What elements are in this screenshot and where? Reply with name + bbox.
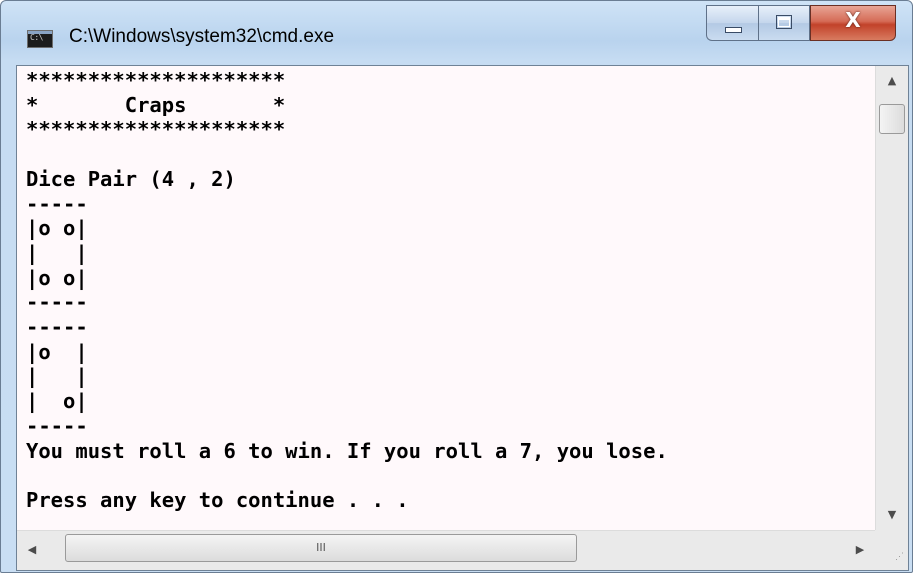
- console-line: Dice Pair (4 , 2): [26, 166, 236, 191]
- console-line: -----: [26, 290, 88, 315]
- console-line: -----: [26, 315, 88, 340]
- minimize-icon: [725, 27, 742, 33]
- horizontal-scrollbar[interactable]: ◀ III ▶: [17, 530, 875, 570]
- console-line: *********************: [26, 68, 286, 92]
- console-text: ********************* * Craps * ********…: [26, 68, 668, 513]
- console-line: |o o|: [26, 216, 88, 241]
- console-line: *********************: [26, 117, 286, 142]
- maximize-button[interactable]: [758, 5, 810, 41]
- console-line: | o|: [26, 389, 88, 414]
- close-button[interactable]: X: [810, 5, 896, 41]
- vertical-scrollbar[interactable]: ▲ ▼: [875, 66, 908, 530]
- size-grip-icon[interactable]: ⋰: [875, 530, 908, 570]
- console-client-area: ********************* * Craps * ********…: [16, 65, 909, 571]
- scroll-left-arrow-icon[interactable]: ◀: [17, 531, 47, 570]
- icon-label: C:\: [30, 33, 43, 42]
- title-bar[interactable]: C:\ C:\Windows\system32\cmd.exe X: [1, 1, 912, 61]
- console-line: | |: [26, 364, 88, 389]
- cmd-icon[interactable]: C:\: [27, 30, 53, 48]
- scroll-right-arrow-icon[interactable]: ▶: [845, 531, 875, 570]
- horizontal-scroll-thumb[interactable]: III: [65, 534, 577, 562]
- window-title: C:\Windows\system32\cmd.exe: [69, 26, 335, 47]
- console-line: Press any key to continue . . .: [26, 487, 409, 512]
- scroll-down-arrow-icon[interactable]: ▼: [876, 500, 908, 530]
- console-line: * Craps *: [26, 92, 286, 117]
- console-line: | |: [26, 240, 88, 265]
- cmd-window: C:\ C:\Windows\system32\cmd.exe X ******…: [0, 0, 913, 573]
- console-line: -----: [26, 191, 88, 216]
- console-line: You must roll a 6 to win. If you roll a …: [26, 438, 668, 463]
- scroll-up-arrow-icon[interactable]: ▲: [876, 66, 908, 96]
- console-output[interactable]: ********************* * Craps * ********…: [17, 66, 875, 530]
- vertical-scroll-thumb[interactable]: [879, 104, 905, 134]
- console-line: |o o|: [26, 265, 88, 290]
- console-line: |o |: [26, 339, 88, 364]
- minimize-button[interactable]: [706, 5, 758, 41]
- icon-titlebar-strip: [28, 31, 52, 34]
- close-icon: X: [845, 8, 861, 32]
- maximize-icon: [776, 15, 792, 29]
- console-line: -----: [26, 413, 88, 438]
